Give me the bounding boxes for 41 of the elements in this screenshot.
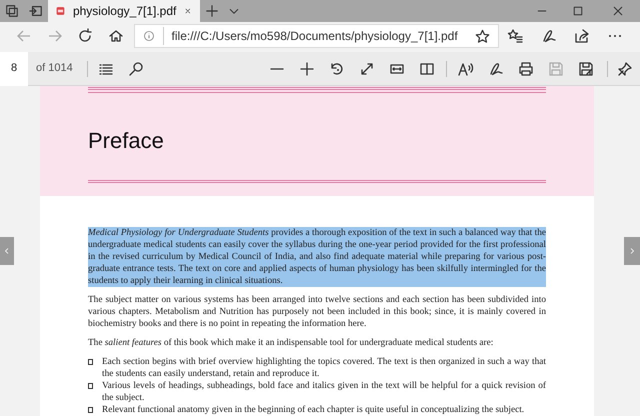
address-field[interactable]: file:///C:/Users/mo598/Documents/physiology_7[1].pdf <box>134 24 499 48</box>
home-icon[interactable] <box>108 28 124 44</box>
favorite-star-icon[interactable] <box>474 28 490 44</box>
info-icon <box>142 30 155 42</box>
chevron-left-icon <box>3 246 11 256</box>
browser-tab[interactable]: physiology_7[1].pdf <box>48 0 200 22</box>
paragraph: The salient features of this book which make it an indispensable tool for undergraduate medical students are: <box>88 337 494 349</box>
rotate-icon[interactable] <box>329 60 345 76</box>
chevron-right-icon <box>628 246 636 256</box>
set-aside-icon[interactable] <box>29 4 43 18</box>
pen-icon[interactable] <box>540 28 557 44</box>
page-count: of 1014 <box>36 61 73 76</box>
pin-icon[interactable] <box>617 60 633 76</box>
tab-title: physiology_7[1].pdf <box>72 3 176 20</box>
paragraph: The subject matter on various systems has been arranged into twelve sections and each section has been subdivided into various chapters. Metabolism and Nutrition has purposely not been included in this book; since, it is mainly covered in biochemistry books and there is no point in repeating the information here. <box>88 294 546 330</box>
close-icon[interactable] <box>612 5 624 17</box>
paragraph: Medical Physiology for Undergraduate Students provides a thorough exposition of the text in such a balanced way that the undergraduate medical students can easily cover the syllabus during the one-year period provided for the first professional in the revised curriculum by Medical Council of India, and also find adequate material while preparing for various post-graduate entrance tests. The text on core and applied aspects of human physiology has been skilfully intermingled for the students to apply their learning in clinical situations. <box>88 227 546 287</box>
pen-icon[interactable] <box>488 60 504 76</box>
bullet-text: Each section begins with brief overview highlighting the topics covered. The text is then organized in such a way that the students can easily understand, retain and reproduce it. <box>102 356 546 380</box>
refresh-icon[interactable] <box>77 28 94 44</box>
search-icon[interactable] <box>128 60 144 76</box>
page-layout-icon[interactable] <box>419 60 435 76</box>
bullet-icon <box>88 383 93 389</box>
preface-heading: Preface <box>88 127 165 155</box>
print-icon[interactable] <box>518 60 534 76</box>
new-tab-icon[interactable] <box>205 4 219 18</box>
favorites-list-icon[interactable] <box>507 28 524 44</box>
url-text: file:///C:/Users/mo598/Documents/physiology_7[1].pdf <box>162 27 467 45</box>
pdf-file-icon <box>56 4 65 18</box>
tabs-aside-icon[interactable] <box>5 4 19 18</box>
share-icon[interactable] <box>574 28 590 44</box>
save-as-icon[interactable] <box>578 60 594 76</box>
zoom-in-icon[interactable] <box>299 60 315 76</box>
bullet-icon <box>88 407 93 413</box>
fit-page-icon[interactable] <box>359 60 375 76</box>
maximize-icon[interactable] <box>572 5 584 17</box>
bullet-icon <box>88 359 93 365</box>
page-number-field[interactable]: 8 <box>0 52 28 86</box>
bullet-text: Various levels of headings, subheadings, bold face and italics given in the text will be helpful for a quick revision of the subject. <box>102 380 546 404</box>
read-aloud-icon[interactable] <box>458 60 474 76</box>
bullet-text: Relevant functional anatomy given in the beginning of each chapter is quite useful in conceptualizing the subject. <box>102 404 524 416</box>
